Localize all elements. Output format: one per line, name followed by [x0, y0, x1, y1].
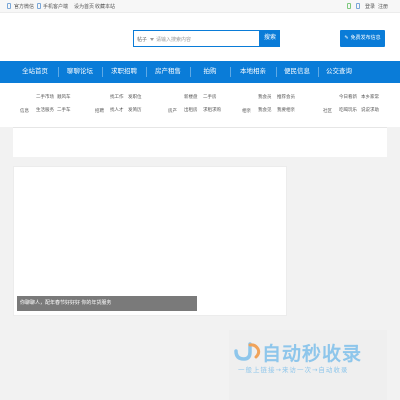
mobile-icon — [347, 3, 351, 9]
post-info-label: 免费发布信息 — [350, 35, 381, 41]
watermark-subtitle: 一般上链接→来访一次→自动收录 — [238, 366, 349, 374]
subnav-category-info: 信息 — [20, 108, 29, 113]
nav-item-forum[interactable]: 聊聊论坛 — [58, 61, 102, 83]
subnav-link[interactable]: 出租房 — [184, 107, 198, 113]
subnav-link[interactable]: 说说求助 — [361, 107, 379, 113]
subnav-link[interactable]: 新楼盘 — [184, 94, 198, 100]
notice-strip — [13, 127, 387, 157]
banner-slideshow[interactable] — [13, 166, 287, 316]
subnav-link[interactable]: 顺风车 — [57, 94, 71, 100]
nav-item-shopping[interactable]: 拍购 — [190, 61, 230, 83]
subnav-link[interactable]: 本乡家常 — [361, 94, 379, 100]
subnav-link[interactable]: 找工作 — [110, 94, 124, 100]
nav-item-jobs[interactable]: 求职招聘 — [102, 61, 146, 83]
subnav-link[interactable]: 二手市场 — [36, 94, 54, 100]
nav-item-dating[interactable]: 本地相亲 — [230, 61, 276, 83]
subnav-link[interactable]: 发简历 — [128, 107, 142, 113]
nav-item-bus[interactable]: 公交查询 — [318, 61, 360, 83]
mobile-client-link[interactable]: 手机客户端 — [43, 3, 68, 10]
subnav-link[interactable]: 二手房 — [203, 94, 217, 100]
login-link[interactable]: 登录 — [365, 3, 375, 10]
search-button[interactable]: 搜索 — [260, 30, 280, 47]
search-input[interactable]: 请输入搜索内容 — [156, 36, 191, 43]
subnav-category-dating: 相亲 — [242, 108, 251, 113]
search-box[interactable]: 帖子 请输入搜索内容 — [133, 30, 260, 47]
top-utility-bar: 官方微信 手机客户端 设为首页 收藏本站 登录 注册 — [0, 0, 400, 13]
subnav-link[interactable]: 找人才 — [110, 107, 124, 113]
edit-icon: ✎ — [344, 35, 349, 41]
subnav-link[interactable]: 求租求购 — [203, 107, 221, 113]
mobile-icon — [37, 3, 41, 9]
search-category-select[interactable]: 帖子 — [137, 36, 147, 43]
watermark-logo-icon — [234, 342, 261, 361]
watermark-title: 自动秒收录 — [262, 343, 363, 365]
nav-item-home[interactable]: 全站首页 — [13, 61, 57, 83]
nav-item-realestate[interactable]: 房产租售 — [146, 61, 190, 83]
chevron-down-icon — [150, 38, 154, 41]
sub-nav: 信息 二手市场 顺风车 生活服务 二手车 招聘 找工作 发职位 找人才 发简历 … — [0, 83, 400, 127]
wechat-link[interactable]: 官方微信 — [14, 3, 34, 10]
subnav-link[interactable]: 发职位 — [128, 94, 142, 100]
subnav-link[interactable]: 生活服务 — [36, 107, 54, 113]
user-icon — [356, 3, 360, 9]
nav-item-services[interactable]: 便民信息 — [276, 61, 318, 83]
register-link[interactable]: 注册 — [378, 3, 388, 10]
subnav-link[interactable]: 吃喝玩乐 — [339, 107, 357, 113]
subnav-link[interactable]: 我会见 — [258, 107, 272, 113]
banner-caption[interactable]: 你聊聊人，配年春节好好好 你的年货服务 — [17, 296, 197, 311]
set-homepage-link[interactable]: 设为首页 — [74, 3, 94, 10]
subnav-link[interactable]: 我要相亲 — [277, 107, 295, 113]
subnav-category-community: 社区 — [323, 108, 332, 113]
subnav-link[interactable]: 我会员 — [258, 94, 272, 100]
subnav-category-jobs: 招聘 — [95, 108, 104, 113]
main-nav: 全站首页 聊聊论坛 求职招聘 房产租售 拍购 本地相亲 便民信息 公交查询 — [0, 61, 400, 83]
wechat-icon — [7, 3, 11, 9]
subnav-link[interactable]: 二手车 — [57, 107, 71, 113]
bookmark-link[interactable]: 收藏本站 — [95, 3, 115, 10]
post-info-button[interactable]: ✎ 免费发布信息 — [340, 30, 385, 47]
subnav-link[interactable]: 推荐会员 — [277, 94, 295, 100]
subnav-link[interactable]: 今日看新 — [339, 94, 357, 100]
subnav-category-realestate: 房产 — [168, 108, 177, 113]
